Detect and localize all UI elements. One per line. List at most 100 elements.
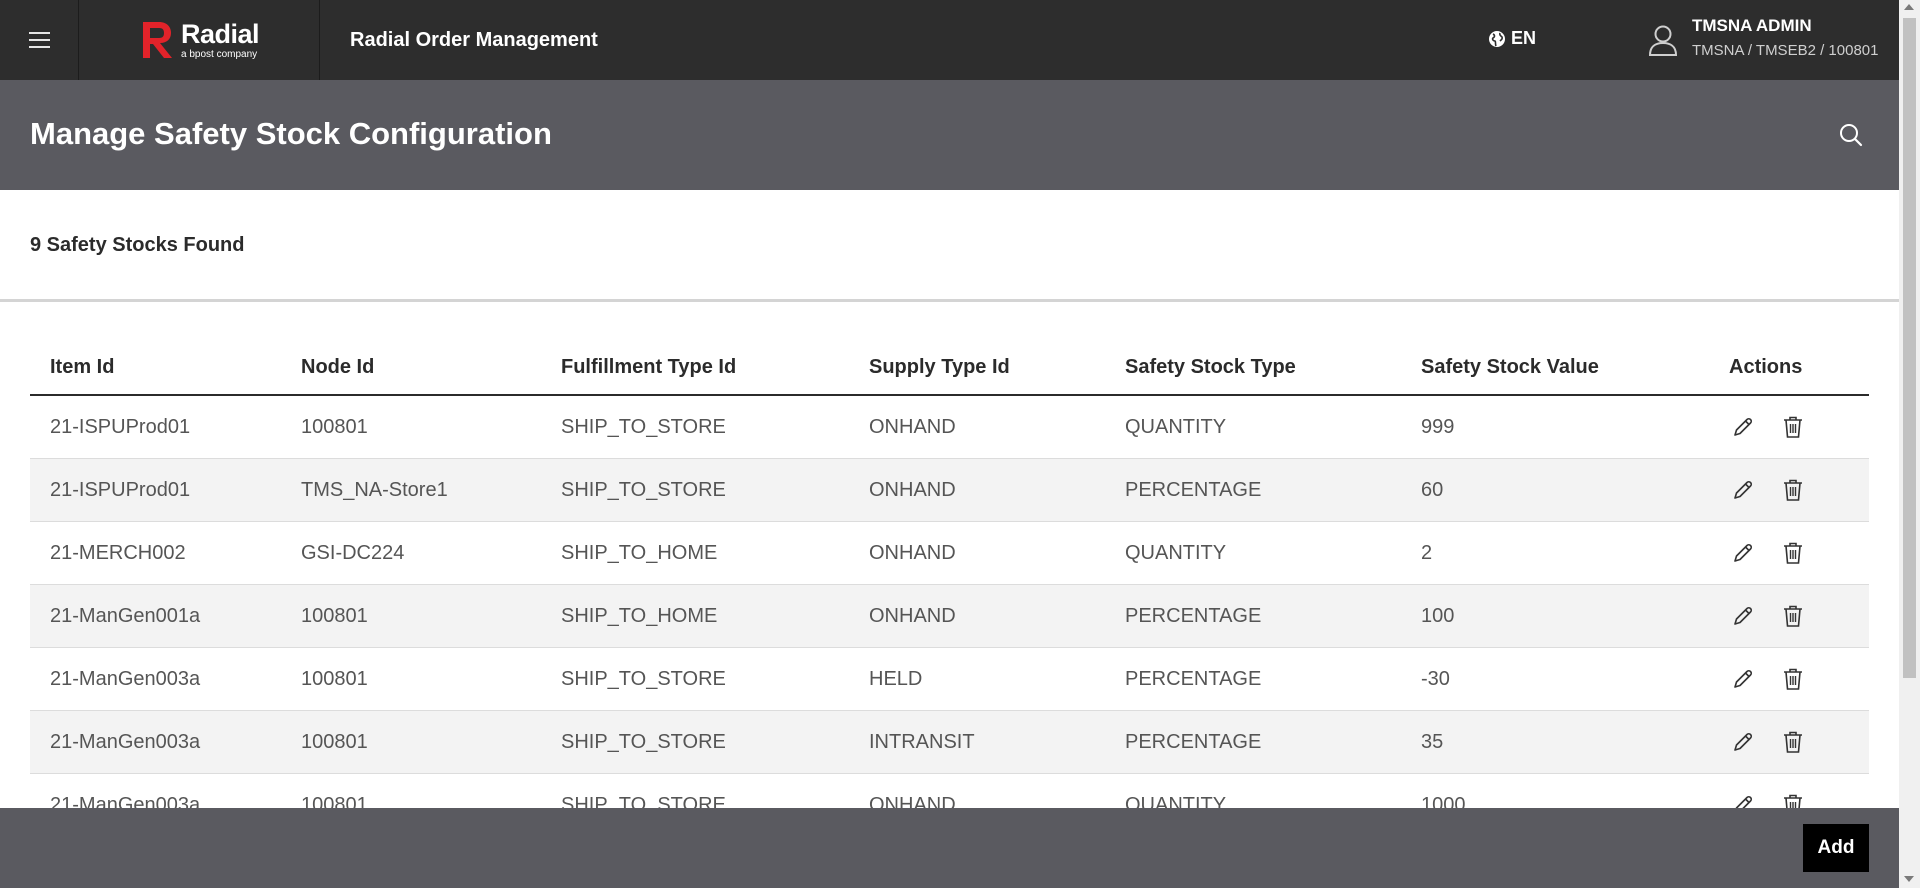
- hamburger-menu-icon: [28, 32, 50, 48]
- user-icon: [1648, 25, 1678, 56]
- supply-type-id-cell: ONHAND: [869, 541, 956, 564]
- trash-icon: [1784, 668, 1802, 690]
- supply-type-id-cell: INTRANSIT: [869, 730, 975, 753]
- add-button[interactable]: Add: [1803, 824, 1869, 872]
- fulfillment-type-id-cell: SHIP_TO_STORE: [561, 415, 726, 438]
- node-id-cell: 100801: [301, 730, 368, 753]
- fulfillment-type-id-cell: SHIP_TO_STORE: [561, 478, 726, 501]
- table-row: 21-ISPUProd01 TMS_NA-Store1 SHIP_TO_STORE O…: [30, 459, 1869, 522]
- pencil-icon: [1734, 732, 1753, 751]
- radial-logo: Radial a bpost company: [139, 18, 260, 60]
- language-selector[interactable]: EN: [1488, 28, 1536, 49]
- item-id-cell: 21-ISPUProd01: [50, 478, 191, 501]
- item-id-cell: 21-ISPUProd01: [50, 415, 191, 438]
- app-title: Radial Order Management: [350, 28, 598, 51]
- supply-type-id-cell: ONHAND: [869, 415, 956, 438]
- safety-stock-type-cell: QUANTITY: [1125, 415, 1227, 438]
- edit-button[interactable]: [1729, 476, 1757, 504]
- safety-stock-table: Item Id Node Id Fulfillment Type Id Supp…: [30, 340, 1869, 837]
- fulfillment-type-id-cell: SHIP_TO_STORE: [561, 730, 726, 753]
- edit-button[interactable]: [1729, 539, 1757, 567]
- safety-stock-type-cell: PERCENTAGE: [1125, 478, 1262, 501]
- row-actions: [1729, 728, 1869, 756]
- item-id-cell: 21-MERCH002: [50, 541, 186, 564]
- fulfillment-type-id-cell: SHIP_TO_HOME: [561, 604, 718, 627]
- column-header-fulfillment-type-id[interactable]: Fulfillment Type Id: [561, 356, 869, 379]
- user-name: TMSNA ADMIN: [1692, 16, 1812, 35]
- delete-button[interactable]: [1779, 413, 1807, 441]
- vertical-scrollbar[interactable]: [1899, 0, 1920, 888]
- edit-button[interactable]: [1729, 413, 1757, 441]
- pencil-icon: [1734, 606, 1753, 625]
- table-row: 21-ManGen003a 100801 SHIP_TO_STORE INTRANSI…: [30, 711, 1869, 774]
- row-actions: [1729, 665, 1869, 693]
- safety-stock-type-cell: PERCENTAGE: [1125, 667, 1262, 690]
- delete-button[interactable]: [1779, 602, 1807, 630]
- pencil-icon: [1734, 417, 1753, 436]
- search-button[interactable]: [1838, 122, 1864, 148]
- results-summary: 9 Safety Stocks Found: [0, 190, 1899, 302]
- row-actions: [1729, 413, 1869, 441]
- language-label: EN: [1511, 28, 1537, 48]
- row-actions: [1729, 476, 1869, 504]
- row-actions: [1729, 602, 1869, 630]
- table-row: 21-ManGen001a 100801 SHIP_TO_HOME ONHAND PER…: [30, 585, 1869, 648]
- table-row: 21-ManGen003a 100801 SHIP_TO_STORE HELD PERC…: [30, 648, 1869, 711]
- page-title: Manage Safety Stock Configuration: [30, 116, 552, 151]
- scrollbar-thumb[interactable]: [1903, 18, 1916, 678]
- page-footer: Add: [0, 808, 1899, 888]
- pencil-icon: [1734, 669, 1753, 688]
- trash-icon: [1784, 416, 1802, 438]
- safety-stock-type-cell: QUANTITY: [1125, 541, 1227, 564]
- row-actions: [1729, 539, 1869, 567]
- table-body: 21-ISPUProd01 100801 SHIP_TO_STORE ONHAND QU…: [30, 396, 1869, 837]
- safety-stock-value-cell: -30: [1421, 667, 1450, 690]
- trash-icon: [1784, 605, 1802, 627]
- trash-icon: [1784, 542, 1802, 564]
- table-row: 21-MERCH002 GSI-DC224 SHIP_TO_HOME ONHAND QU…: [30, 522, 1869, 585]
- safety-stock-type-cell: PERCENTAGE: [1125, 730, 1262, 753]
- delete-button[interactable]: [1779, 539, 1807, 567]
- item-id-cell: 21-ManGen003a: [50, 667, 201, 690]
- main-menu-button[interactable]: [0, 0, 79, 80]
- node-id-cell: 100801: [301, 415, 368, 438]
- edit-button[interactable]: [1729, 728, 1757, 756]
- pencil-icon: [1734, 480, 1753, 499]
- column-header-node-id[interactable]: Node Id: [301, 356, 561, 379]
- logo-tagline: a bpost company: [180, 48, 258, 60]
- column-header-actions: Actions: [1729, 355, 1803, 378]
- supply-type-id-cell: ONHAND: [869, 478, 956, 501]
- scroll-up-arrow-icon[interactable]: [1904, 4, 1914, 10]
- node-id-cell: 100801: [301, 667, 368, 690]
- scroll-down-arrow-icon[interactable]: [1904, 876, 1914, 882]
- delete-button[interactable]: [1779, 728, 1807, 756]
- safety-stock-type-cell: PERCENTAGE: [1125, 604, 1262, 627]
- supply-type-id-cell: ONHAND: [869, 604, 956, 627]
- top-navigation-bar: Radial a bpost company Radial Order Mana…: [0, 0, 1899, 80]
- user-menu[interactable]: TMSNA ADMIN TMSNA / TMSEB2 / 100801: [1648, 16, 1878, 59]
- table-header-row: Item Id Node Id Fulfillment Type Id Supp…: [30, 340, 1869, 396]
- delete-button[interactable]: [1779, 476, 1807, 504]
- trash-icon: [1784, 731, 1802, 753]
- pencil-icon: [1734, 543, 1753, 562]
- globe-icon: [1489, 30, 1505, 47]
- node-id-cell: GSI-DC224: [301, 541, 405, 564]
- edit-button[interactable]: [1729, 665, 1757, 693]
- item-id-cell: 21-ManGen001a: [50, 604, 201, 627]
- column-header-item-id[interactable]: Item Id: [30, 356, 301, 379]
- radial-logo-mark-icon: [142, 22, 172, 58]
- fulfillment-type-id-cell: SHIP_TO_HOME: [561, 541, 718, 564]
- column-header-safety-stock-type[interactable]: Safety Stock Type: [1125, 356, 1421, 379]
- safety-stock-value-cell: 35: [1421, 730, 1444, 753]
- safety-stock-value-cell: 999: [1421, 415, 1455, 438]
- delete-button[interactable]: [1779, 665, 1807, 693]
- edit-button[interactable]: [1729, 602, 1757, 630]
- logo-name: Radial: [180, 18, 260, 49]
- user-organization: TMSNA / TMSEB2 / 100801: [1692, 42, 1879, 59]
- node-id-cell: TMS_NA-Store1: [301, 478, 448, 501]
- column-header-safety-stock-value[interactable]: Safety Stock Value: [1421, 356, 1729, 379]
- logo-area[interactable]: Radial a bpost company: [79, 0, 320, 80]
- safety-stock-value-cell: 60: [1421, 478, 1444, 501]
- column-header-supply-type-id[interactable]: Supply Type Id: [869, 356, 1125, 379]
- safety-stock-value-cell: 2: [1421, 541, 1433, 564]
